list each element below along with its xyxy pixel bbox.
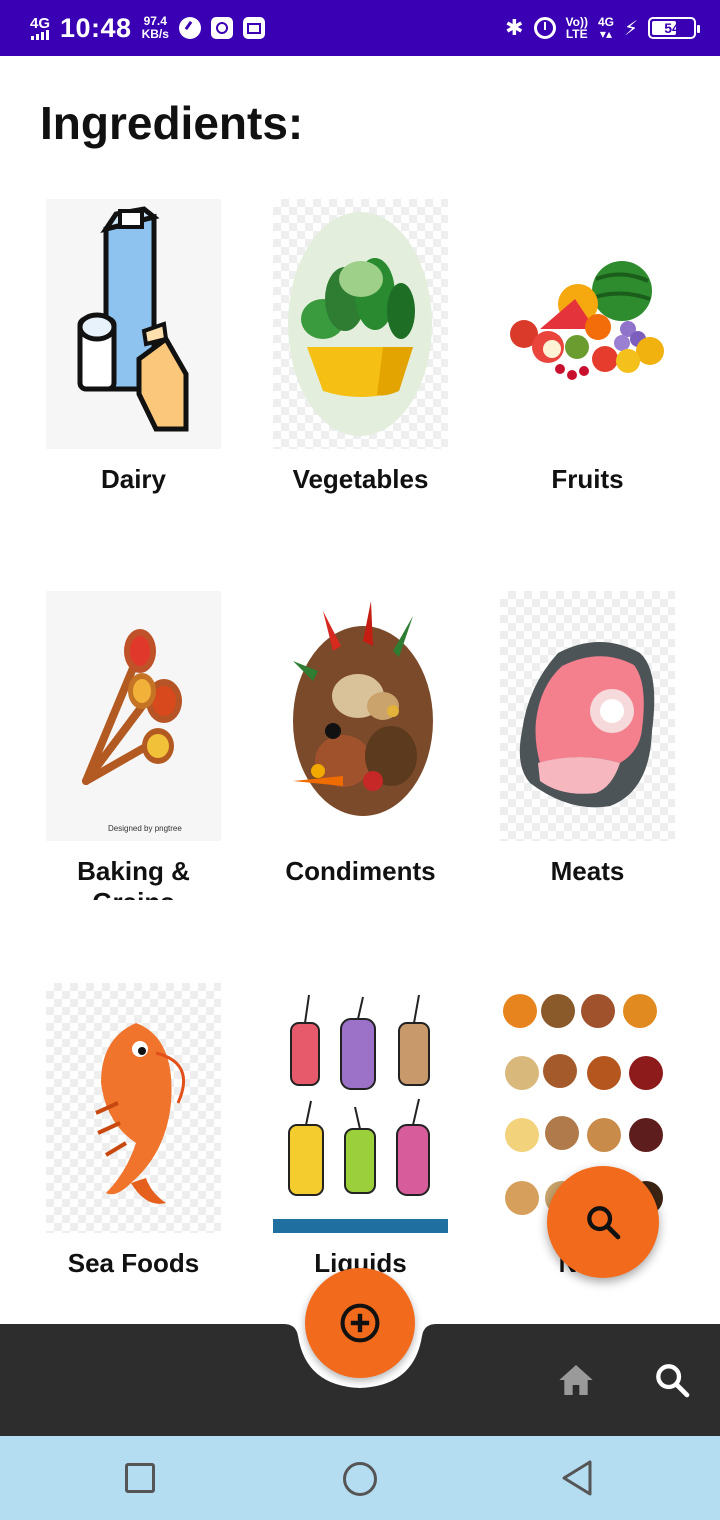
category-card-dairy[interactable]: Dairy [46, 199, 221, 508]
nav-home-button[interactable] [554, 1358, 598, 1402]
lte-label: LTE [565, 27, 588, 41]
back-button[interactable] [560, 1459, 594, 1497]
clock: 10:48 [60, 12, 132, 43]
network-speed: 97.4 KB/s [142, 15, 169, 41]
seafood-image [46, 983, 221, 1233]
fruits-image [500, 199, 675, 449]
instagram-icon [210, 17, 233, 39]
status-bar: 4G 10:48 97.4 KB/s ✱ Vo)) LTE 4G ▾▴ ⚡ 54 [0, 0, 720, 56]
bluetooth-icon: ✱ [505, 15, 524, 40]
network-right-indicator: 4G ▾▴ [598, 16, 614, 40]
category-label: Baking & Grains [77, 856, 190, 900]
search-icon [656, 1364, 690, 1398]
vegetables-image [273, 199, 448, 449]
category-card-liquids[interactable]: Liquids [273, 983, 448, 1292]
speed-unit: KB/s [141, 27, 169, 41]
screen: 4G 10:48 97.4 KB/s ✱ Vo)) LTE 4G ▾▴ ⚡ 54… [0, 0, 720, 1520]
liquids-image [273, 983, 448, 1233]
category-card-baking-grains[interactable]: Designed by pngtree Baking & Grains [46, 591, 221, 900]
network-type: 4G [30, 14, 51, 32]
volte-indicator: Vo)) LTE [566, 16, 588, 40]
mail-icon [242, 17, 265, 39]
category-label: Meats [550, 856, 625, 886]
add-fab[interactable] [305, 1268, 415, 1378]
category-label: Vegetables [292, 464, 429, 494]
category-card-meats[interactable]: Meats [500, 591, 675, 900]
category-card-fruits[interactable]: Fruits [500, 199, 675, 508]
page-title: Ingredients: [40, 97, 304, 149]
condiments-image [273, 591, 448, 841]
category-label: Fruits [551, 464, 624, 494]
signal-indicator: 4G [30, 14, 51, 40]
system-home-button[interactable] [343, 1462, 377, 1496]
charging-icon: ⚡ [623, 17, 638, 40]
svg-text:Designed by pngtree: Designed by pngtree [108, 824, 182, 833]
nav-search-button[interactable] [650, 1358, 694, 1402]
baking-grains-image: Designed by pngtree [46, 591, 221, 841]
dairy-image [46, 199, 221, 449]
search-icon [587, 1206, 621, 1240]
battery-level: 54 [664, 20, 680, 36]
category-card-vegetables[interactable]: Vegetables [273, 199, 448, 508]
category-card-sea-foods[interactable]: Sea Foods [46, 983, 221, 1292]
alarm-icon [533, 17, 556, 39]
meats-image [500, 591, 675, 841]
signal-bars-icon [31, 29, 49, 40]
home-icon [559, 1365, 593, 1395]
battery-icon: 54 [648, 17, 700, 39]
category-card-condiments[interactable]: Condiments [273, 591, 448, 900]
recents-button[interactable] [125, 1463, 155, 1493]
system-nav-bar [0, 1436, 720, 1520]
category-label: Dairy [100, 464, 167, 494]
data-arrows-icon: ▾▴ [599, 27, 612, 41]
speedometer-icon [178, 17, 201, 39]
category-label: Condiments [285, 856, 436, 886]
search-fab[interactable] [547, 1166, 659, 1278]
category-label: Sea Foods [67, 1248, 200, 1278]
plus-circle-icon [340, 1303, 380, 1343]
